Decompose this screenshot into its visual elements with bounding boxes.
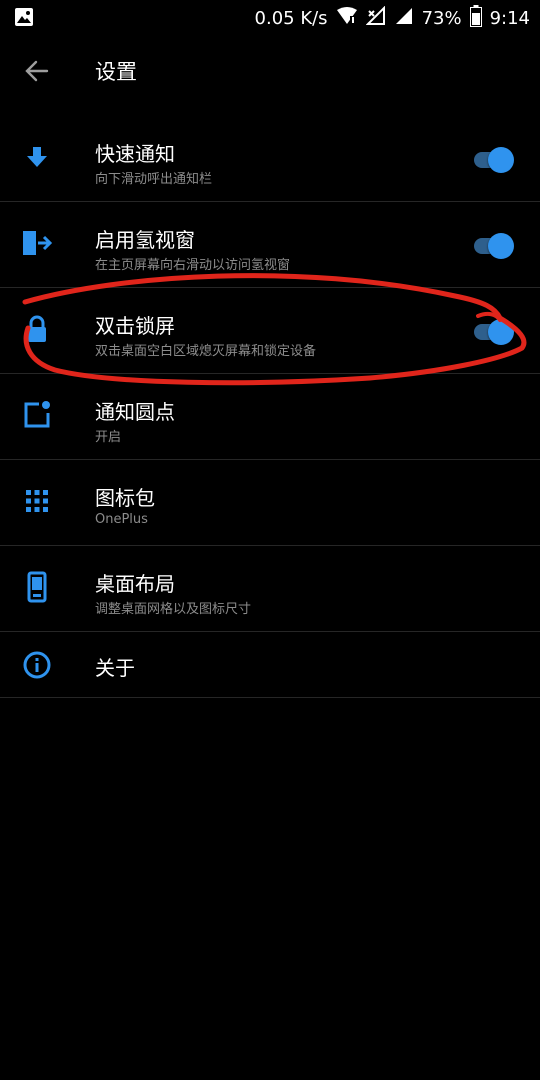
setting-double-tap-lock[interactable]: 双击锁屏 双击桌面空白区域熄灭屏幕和锁定设备 bbox=[0, 288, 540, 374]
setting-subtitle: OnePlus bbox=[95, 512, 148, 527]
clock: 9:14 bbox=[489, 8, 530, 29]
setting-subtitle: 双击桌面空白区域熄灭屏幕和锁定设备 bbox=[95, 344, 317, 359]
image-notification-icon bbox=[14, 7, 34, 32]
wifi-icon bbox=[336, 7, 358, 30]
setting-subtitle: 调整桌面网格以及图标尺寸 bbox=[95, 602, 252, 617]
settings-list: 快速通知 向下滑动呼出通知栏 启用氢视窗 在主页屏幕向右滑动以访问氢视窗 双击锁… bbox=[0, 116, 540, 698]
battery-icon bbox=[469, 5, 482, 32]
setting-subtitle: 在主页屏幕向右滑动以访问氢视窗 bbox=[95, 258, 291, 273]
setting-subtitle: 开启 bbox=[95, 430, 122, 445]
signal-icon bbox=[394, 6, 414, 31]
signal-x-icon bbox=[365, 5, 386, 31]
arrow-back-icon[interactable] bbox=[22, 56, 52, 86]
setting-title: 双击锁屏 bbox=[95, 314, 175, 338]
setting-notification-dots[interactable]: 通知圆点 开启 bbox=[0, 374, 540, 460]
setting-shelf[interactable]: 启用氢视窗 在主页屏幕向右滑动以访问氢视窗 bbox=[0, 202, 540, 288]
setting-home-layout[interactable]: 桌面布局 调整桌面网格以及图标尺寸 bbox=[0, 546, 540, 632]
double-tap-lock-toggle[interactable] bbox=[472, 318, 516, 346]
setting-about[interactable]: 关于 bbox=[0, 632, 540, 698]
shelf-exit-icon bbox=[21, 227, 53, 259]
setting-title: 快速通知 bbox=[95, 142, 175, 166]
page-title: 设置 bbox=[95, 60, 137, 84]
setting-title: 桌面布局 bbox=[95, 572, 175, 596]
app-bar: 设置 bbox=[0, 40, 540, 100]
arrow-down-icon bbox=[21, 141, 53, 173]
phone-layout-icon bbox=[21, 571, 53, 603]
setting-title: 通知圆点 bbox=[95, 400, 175, 424]
setting-title: 关于 bbox=[95, 656, 135, 680]
shelf-toggle[interactable] bbox=[472, 232, 516, 260]
status-bar: 0.05 K/s 73% 9:14 bbox=[0, 0, 540, 34]
grid-icon bbox=[21, 485, 53, 517]
lock-icon bbox=[21, 313, 53, 345]
info-icon bbox=[21, 649, 53, 681]
setting-title: 启用氢视窗 bbox=[95, 228, 195, 252]
network-speed: 0.05 K/s bbox=[254, 8, 328, 29]
setting-quick-notification[interactable]: 快速通知 向下滑动呼出通知栏 bbox=[0, 116, 540, 202]
setting-title: 图标包 bbox=[95, 486, 155, 510]
quick-notification-toggle[interactable] bbox=[472, 146, 516, 174]
notification-dot-icon bbox=[21, 399, 53, 431]
setting-icon-pack[interactable]: 图标包 OnePlus bbox=[0, 460, 540, 546]
setting-subtitle: 向下滑动呼出通知栏 bbox=[95, 172, 213, 187]
battery-percent: 73% bbox=[421, 8, 462, 29]
